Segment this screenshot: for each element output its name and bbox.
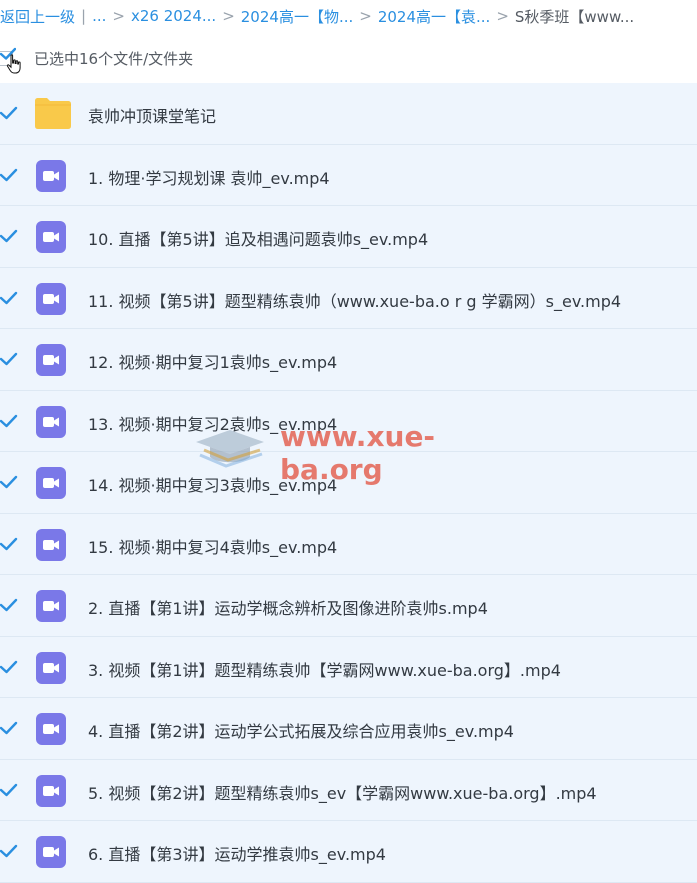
file-name[interactable]: 12. 视频·期中复习1袁帅s_ev.mp4 [88, 349, 337, 373]
selection-count-label: 已选中16个文件/文件夹 [34, 50, 194, 68]
file-name[interactable]: 2. 直播【第1讲】运动学概念辨析及图像进阶袁帅s.mp4 [88, 595, 488, 619]
breadcrumb: 返回上一级 | ... > x26 2024... > 2024高一【物... … [0, 0, 697, 32]
file-name[interactable]: 11. 视频【第5讲】题型精练袁帅（www.xue-ba.o r g 学霸网）s… [88, 288, 621, 312]
video-file-icon [36, 590, 68, 622]
row-checkbox[interactable] [0, 474, 18, 494]
video-file-icon [36, 221, 68, 253]
row-checkbox[interactable] [0, 167, 18, 187]
video-file-icon [36, 159, 68, 192]
file-row-video[interactable]: 10. 直播【第5讲】追及相遇问题袁帅s_ev.mp4 [0, 206, 697, 268]
row-checkbox[interactable] [0, 413, 18, 433]
breadcrumb-separator: | [81, 7, 87, 25]
folder-icon [34, 97, 72, 131]
row-checkbox[interactable] [0, 351, 18, 371]
breadcrumb-item-3[interactable]: 2024高一【袁... [378, 6, 490, 27]
breadcrumb-chevron-icon: > [112, 7, 125, 25]
file-name[interactable]: 6. 直播【第3讲】运动学推袁帅s_ev.mp4 [88, 841, 386, 865]
breadcrumb-ellipsis[interactable]: ... [92, 7, 106, 25]
file-row-video[interactable]: 12. 视频·期中复习1袁帅s_ev.mp4 [0, 329, 697, 391]
file-row-video[interactable]: 1. 物理·学习规划课 袁帅_ev.mp4 [0, 144, 697, 206]
breadcrumb-back-link[interactable]: 返回上一级 [0, 6, 75, 27]
video-file-icon [36, 344, 68, 376]
file-row-video[interactable]: 15. 视频·期中复习4袁帅s_ev.mp4 [0, 513, 697, 575]
breadcrumb-item-1[interactable]: x26 2024... [131, 7, 216, 25]
breadcrumb-chevron-icon: > [222, 7, 235, 25]
file-row-video[interactable]: 11. 视频【第5讲】题型精练袁帅（www.xue-ba.o r g 学霸网）s… [0, 267, 697, 329]
row-checkbox[interactable] [0, 659, 18, 679]
breadcrumb-current: S秋季班【www... [514, 7, 635, 26]
file-name[interactable]: 4. 直播【第2讲】运动学公式拓展及综合应用袁帅s_ev.mp4 [88, 718, 514, 742]
row-checkbox[interactable] [0, 536, 18, 556]
file-row-video[interactable]: 13. 视频·期中复习2袁帅s_ev.mp4 [0, 390, 697, 452]
file-name[interactable]: 1. 物理·学习规划课 袁帅_ev.mp4 [88, 165, 330, 189]
file-row-video[interactable]: 2. 直播【第1讲】运动学概念辨析及图像进阶袁帅s.mp4 [0, 575, 697, 637]
file-list: 袁帅冲顶课堂笔记 1. 物理·学习规划课 袁帅_ev.mp4 10. 直播【第5… [0, 83, 697, 883]
row-checkbox[interactable] [0, 290, 18, 310]
video-file-icon [36, 713, 68, 745]
file-name[interactable]: 14. 视频·期中复习3袁帅s_ev.mp4 [88, 472, 337, 496]
video-file-icon [36, 651, 68, 684]
selection-bar: 已选中16个文件/文件夹 [0, 32, 697, 83]
breadcrumb-chevron-icon: > [359, 7, 372, 25]
file-name[interactable]: 3. 视频【第1讲】题型精练袁帅【学霸网www.xue-ba.org】.mp4 [88, 657, 561, 681]
video-file-icon [36, 836, 68, 868]
file-name[interactable]: 袁帅冲顶课堂笔记 [88, 103, 216, 127]
video-file-icon [36, 528, 68, 561]
breadcrumb-item-2[interactable]: 2024高一【物... [241, 6, 353, 27]
row-checkbox[interactable] [0, 720, 18, 740]
video-file-icon [36, 282, 68, 315]
file-row-video[interactable]: 4. 直播【第2讲】运动学公式拓展及综合应用袁帅s_ev.mp4 [0, 698, 697, 760]
row-checkbox[interactable] [0, 782, 18, 802]
file-name[interactable]: 5. 视频【第2讲】题型精练袁帅s_ev【学霸网www.xue-ba.org】.… [88, 780, 597, 804]
file-name[interactable]: 15. 视频·期中复习4袁帅s_ev.mp4 [88, 534, 337, 558]
file-name[interactable]: 13. 视频·期中复习2袁帅s_ev.mp4 [88, 411, 337, 435]
row-checkbox[interactable] [0, 105, 18, 125]
video-file-icon [36, 405, 68, 438]
file-name[interactable]: 10. 直播【第5讲】追及相遇问题袁帅s_ev.mp4 [88, 226, 428, 250]
row-checkbox[interactable] [0, 597, 18, 617]
file-row-video[interactable]: 6. 直播【第3讲】运动学推袁帅s_ev.mp4 [0, 821, 697, 883]
breadcrumb-chevron-icon: > [496, 7, 509, 25]
hand-cursor-icon [6, 54, 22, 78]
video-file-icon [36, 467, 68, 499]
video-file-icon [36, 774, 68, 807]
file-row-video[interactable]: 14. 视频·期中复习3袁帅s_ev.mp4 [0, 452, 697, 514]
row-checkbox[interactable] [0, 843, 18, 863]
file-row-video[interactable]: 5. 视频【第2讲】题型精练袁帅s_ev【学霸网www.xue-ba.org】.… [0, 759, 697, 821]
file-row-folder[interactable]: 袁帅冲顶课堂笔记 [0, 83, 697, 145]
row-checkbox[interactable] [0, 228, 18, 248]
file-row-video[interactable]: 3. 视频【第1讲】题型精练袁帅【学霸网www.xue-ba.org】.mp4 [0, 636, 697, 698]
